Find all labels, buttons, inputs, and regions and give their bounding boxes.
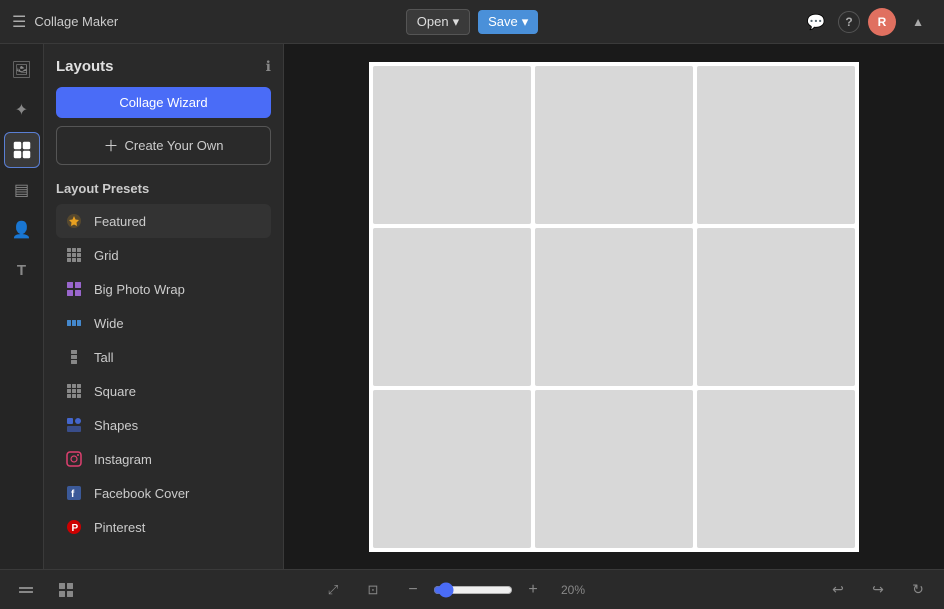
- chat-icon[interactable]: 💬: [802, 8, 830, 36]
- create-own-button[interactable]: ＋ Create Your Own: [56, 126, 271, 165]
- preset-shapes-label: Shapes: [94, 418, 138, 433]
- preset-facebook-cover[interactable]: f Facebook Cover: [56, 476, 271, 510]
- grid-bottom-icon[interactable]: [52, 576, 80, 604]
- preset-tall[interactable]: Tall: [56, 340, 271, 374]
- preset-instagram-label: Instagram: [94, 452, 152, 467]
- undo-icon[interactable]: ↩: [824, 576, 852, 604]
- history-icon[interactable]: ↻: [904, 576, 932, 604]
- zoom-out-icon[interactable]: −: [399, 576, 427, 604]
- crop-icon[interactable]: ⊡: [359, 576, 387, 604]
- preset-featured[interactable]: Featured: [56, 204, 271, 238]
- preset-wide[interactable]: Wide: [56, 306, 271, 340]
- square-icon: [64, 381, 84, 401]
- pinterest-icon: P: [64, 517, 84, 537]
- bottombar: ⤢ ⊡ − + 20% ↩ ↪ ↻: [0, 569, 944, 609]
- app-title: Collage Maker: [34, 14, 118, 29]
- preset-pinterest[interactable]: P Pinterest: [56, 510, 271, 544]
- svg-text:P: P: [72, 523, 79, 534]
- topbar-center: Open ▾ Save ▾: [406, 9, 539, 35]
- grid-cell-4: [535, 228, 693, 386]
- chevron-down-icon: ▾: [522, 14, 529, 30]
- collage-wizard-button[interactable]: Collage Wizard: [56, 87, 271, 118]
- layouts-rail-icon[interactable]: [4, 132, 40, 168]
- preset-facebook-cover-label: Facebook Cover: [94, 486, 189, 501]
- preset-instagram[interactable]: Instagram: [56, 442, 271, 476]
- info-icon[interactable]: ℹ: [266, 58, 271, 75]
- preset-big-photo-wrap[interactable]: Big Photo Wrap: [56, 272, 271, 306]
- people-rail-icon[interactable]: 👤: [4, 212, 40, 248]
- preset-wide-label: Wide: [94, 316, 124, 331]
- topbar-right: 💬 ? R ▲: [538, 8, 932, 36]
- facebook-icon: f: [64, 483, 84, 503]
- open-button[interactable]: Open ▾: [406, 9, 470, 35]
- grid-cell-8: [697, 390, 855, 548]
- layers-bottom-icon[interactable]: [12, 576, 40, 604]
- plus-icon: ＋: [103, 135, 118, 156]
- topbar-left: ☰ Collage Maker: [12, 12, 406, 32]
- grid-cell-1: [535, 66, 693, 224]
- topbar: ☰ Collage Maker Open ▾ Save ▾ 💬 ? R ▲: [0, 0, 944, 44]
- presets-title: Layout Presets: [56, 181, 271, 196]
- fit-screen-icon[interactable]: ⤢: [319, 576, 347, 604]
- layers-rail-icon[interactable]: ▤: [4, 172, 40, 208]
- avatar[interactable]: R: [868, 8, 896, 36]
- preset-square-label: Square: [94, 384, 136, 399]
- zoom-label: 20%: [553, 583, 585, 597]
- zoom-slider[interactable]: [433, 582, 513, 598]
- help-icon[interactable]: ?: [838, 11, 860, 33]
- grid-cell-2: [697, 66, 855, 224]
- zoom-in-icon[interactable]: +: [519, 576, 547, 604]
- menu-icon[interactable]: ☰: [12, 12, 26, 32]
- filters-rail-icon[interactable]: ✦: [4, 92, 40, 128]
- preset-featured-label: Featured: [94, 214, 146, 229]
- preset-grid[interactable]: Grid: [56, 238, 271, 272]
- collage-grid: [369, 62, 859, 552]
- grid-icon: [64, 245, 84, 265]
- sidebar: Layouts ℹ Collage Wizard ＋ Create Your O…: [44, 44, 284, 569]
- shapes-icon: [64, 415, 84, 435]
- preset-tall-label: Tall: [94, 350, 114, 365]
- chevron-down-icon: ▾: [453, 14, 460, 30]
- preset-square[interactable]: Square: [56, 374, 271, 408]
- big-photo-icon: [64, 279, 84, 299]
- canvas-area: [284, 44, 944, 569]
- preset-shapes[interactable]: Shapes: [56, 408, 271, 442]
- grid-cell-7: [535, 390, 693, 548]
- preset-pinterest-label: Pinterest: [94, 520, 145, 535]
- layouts-icon-svg: [13, 141, 31, 159]
- expand-icon[interactable]: ▲: [904, 8, 932, 36]
- save-button[interactable]: Save ▾: [478, 10, 538, 34]
- tall-icon: [64, 347, 84, 367]
- featured-icon: [64, 211, 84, 231]
- main-content: 🖼 ✦ ▤ 👤 T Layouts ℹ Collage Wizard ＋ Cre…: [0, 44, 944, 569]
- photos-rail-icon[interactable]: 🖼: [4, 52, 40, 88]
- preset-grid-label: Grid: [94, 248, 119, 263]
- redo-icon[interactable]: ↪: [864, 576, 892, 604]
- sidebar-title: Layouts: [56, 58, 114, 75]
- grid-cell-6: [373, 390, 531, 548]
- text-rail-icon[interactable]: T: [4, 252, 40, 288]
- sidebar-header: Layouts ℹ: [56, 58, 271, 75]
- grid-cell-5: [697, 228, 855, 386]
- grid-cell-3: [373, 228, 531, 386]
- preset-big-photo-wrap-label: Big Photo Wrap: [94, 282, 185, 297]
- instagram-icon: [64, 449, 84, 469]
- wide-icon: [64, 313, 84, 333]
- grid-cell-0: [373, 66, 531, 224]
- icon-rail: 🖼 ✦ ▤ 👤 T: [0, 44, 44, 569]
- zoom-controls: − + 20%: [399, 576, 585, 604]
